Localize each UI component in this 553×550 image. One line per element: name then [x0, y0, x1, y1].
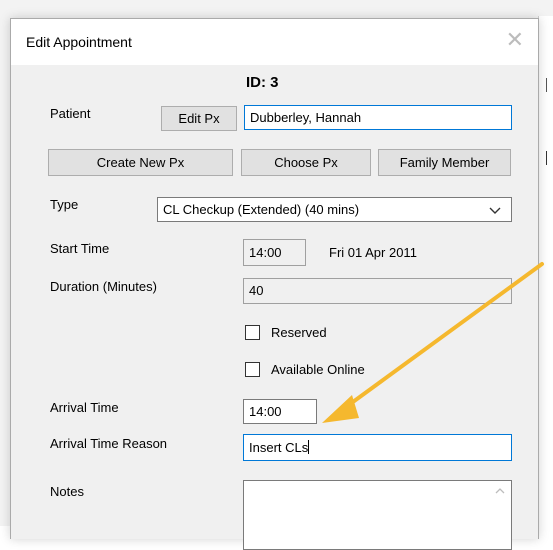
- close-icon[interactable]: ✕: [506, 29, 524, 51]
- text-caret: [308, 440, 310, 454]
- duration-label: Duration (Minutes): [50, 279, 157, 294]
- start-time-field: 14:00: [243, 239, 306, 266]
- available-online-label: Available Online: [271, 362, 365, 377]
- scroll-up-icon[interactable]: [495, 487, 505, 495]
- edit-appointment-dialog: Edit Appointment ✕ ID: 3 Patient Edit Px…: [10, 18, 539, 550]
- family-member-button[interactable]: Family Member: [378, 149, 511, 176]
- arrival-time-label: Arrival Time: [50, 400, 119, 415]
- type-select[interactable]: CL Checkup (Extended) (40 mins): [157, 197, 512, 222]
- arrival-reason-value: Insert CLs: [249, 440, 309, 455]
- create-new-px-button[interactable]: Create New Px: [48, 149, 233, 176]
- arrival-time-field[interactable]: 14:00: [243, 399, 317, 424]
- start-date-text: Fri 01 Apr 2011: [329, 245, 417, 260]
- duration-field[interactable]: 40: [243, 278, 512, 304]
- type-label: Type: [50, 197, 79, 212]
- notes-label: Notes: [50, 484, 84, 499]
- background-window-mark: [546, 151, 547, 165]
- notes-textarea[interactable]: [243, 480, 512, 550]
- available-online-checkbox[interactable]: [245, 362, 260, 377]
- background-window-edge: [538, 16, 553, 526]
- reserved-checkbox[interactable]: [245, 325, 260, 340]
- edit-px-button[interactable]: Edit Px: [161, 106, 237, 131]
- type-select-value: CL Checkup (Extended) (40 mins): [163, 202, 360, 217]
- start-time-label: Start Time: [50, 241, 110, 256]
- reserved-label: Reserved: [271, 325, 327, 340]
- chevron-down-icon: [489, 207, 501, 214]
- choose-px-button[interactable]: Choose Px: [241, 149, 371, 176]
- patient-name-field[interactable]: Dubberley, Hannah: [244, 105, 512, 130]
- patient-label: Patient: [50, 106, 91, 121]
- dialog-titlebar: Edit Appointment ✕: [11, 19, 538, 65]
- background-window-mark: [546, 78, 547, 92]
- arrival-reason-label: Arrival Time Reason: [50, 436, 168, 451]
- appointment-id: ID: 3: [246, 74, 279, 91]
- dialog-title: Edit Appointment: [26, 34, 132, 50]
- arrival-reason-field[interactable]: Insert CLs: [243, 434, 512, 461]
